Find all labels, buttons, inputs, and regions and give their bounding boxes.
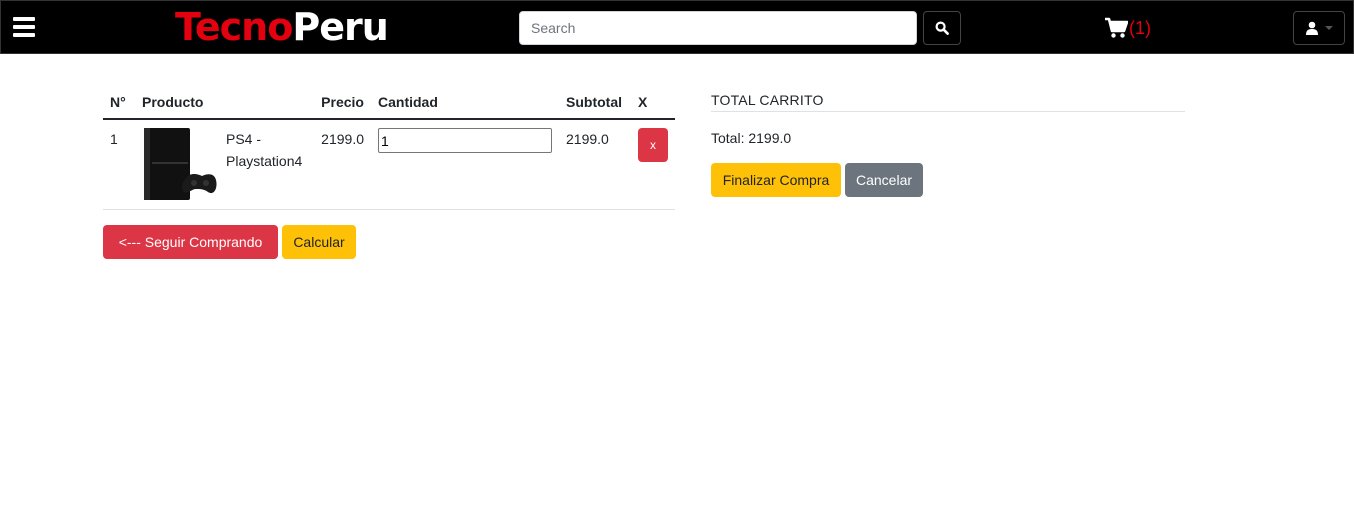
user-icon bbox=[1306, 21, 1318, 35]
product-image bbox=[144, 128, 217, 200]
header-subtotal: Subtotal bbox=[559, 86, 631, 120]
cart-link[interactable]: (1) bbox=[1104, 15, 1151, 41]
brand-part-1: Tecno bbox=[175, 5, 293, 49]
cart-total-amount: Total: 2199.0 bbox=[711, 130, 792, 146]
user-menu-button[interactable] bbox=[1293, 11, 1345, 45]
table-header-row: N° Producto Precio Cantidad Subtotal X bbox=[103, 86, 675, 120]
cart-count-badge: (1) bbox=[1129, 18, 1151, 38]
header-price: Precio bbox=[314, 86, 371, 120]
header-product: Producto bbox=[135, 86, 315, 120]
quantity-input[interactable] bbox=[378, 128, 552, 153]
remove-cell: x bbox=[631, 119, 675, 210]
product-subtotal: 2199.0 bbox=[559, 119, 631, 210]
search-input[interactable] bbox=[519, 11, 917, 45]
top-navbar: TecnoPeru (1) bbox=[0, 0, 1354, 54]
header-remove: X bbox=[631, 86, 675, 120]
cart-total-title: TOTAL CARRITO bbox=[711, 92, 1185, 112]
search-icon bbox=[935, 21, 949, 35]
brand-part-2: Peru bbox=[292, 5, 388, 49]
quantity-cell bbox=[371, 119, 559, 210]
product-image-cell bbox=[135, 119, 224, 210]
row-num: 1 bbox=[103, 119, 135, 210]
checkout-button[interactable]: Finalizar Compra bbox=[711, 163, 841, 197]
continue-shopping-button[interactable]: <--- Seguir Comprando bbox=[103, 225, 278, 259]
product-price: 2199.0 bbox=[314, 119, 371, 210]
table-row: 1 PS4 - Playstation4 2199.0 2199.0 x bbox=[103, 119, 675, 210]
brand-logo[interactable]: TecnoPeru bbox=[175, 3, 389, 51]
product-name: PS4 - Playstation4 bbox=[224, 119, 315, 210]
header-num: N° bbox=[103, 86, 135, 120]
chevron-down-icon bbox=[1325, 26, 1333, 30]
remove-item-button[interactable]: x bbox=[638, 128, 668, 162]
calculate-button[interactable]: Calcular bbox=[282, 225, 356, 259]
search-button[interactable] bbox=[923, 11, 961, 45]
cart-table: N° Producto Precio Cantidad Subtotal X 1… bbox=[103, 86, 675, 210]
shopping-cart-icon bbox=[1105, 17, 1128, 38]
cancel-button[interactable]: Cancelar bbox=[845, 163, 923, 197]
hamburger-menu-icon[interactable] bbox=[13, 17, 35, 37]
header-quantity: Cantidad bbox=[371, 86, 559, 120]
